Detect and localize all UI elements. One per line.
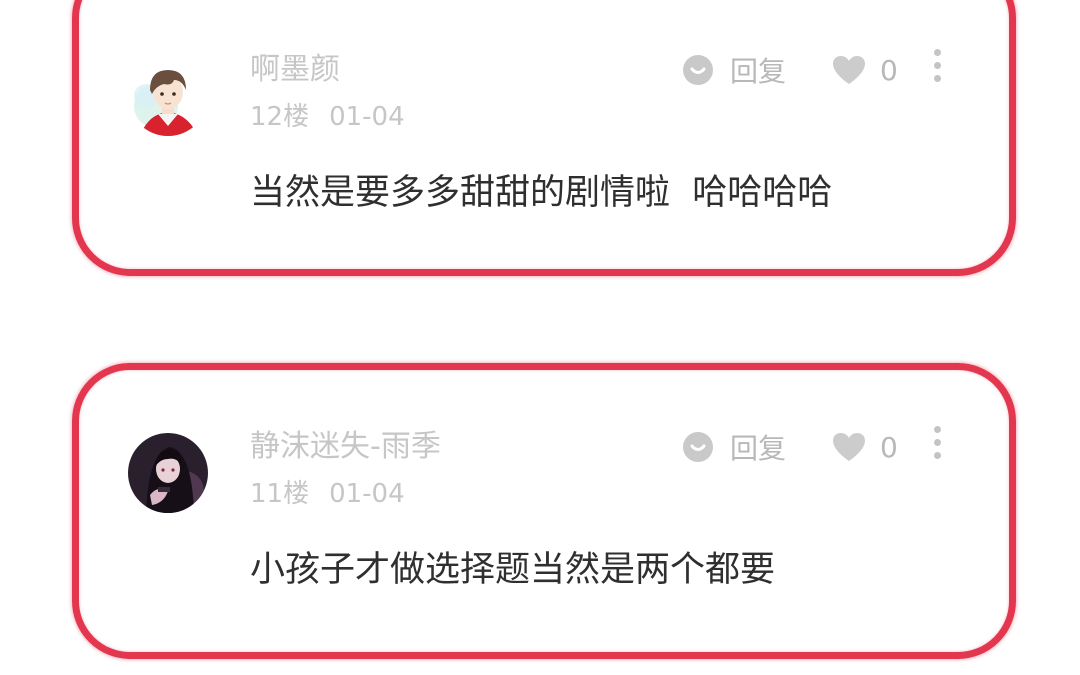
more-dots-icon (933, 426, 941, 433)
reply-label: 回复 (730, 55, 787, 88)
like-button[interactable]: 0 (832, 50, 898, 90)
highlight-frame (72, 363, 1016, 659)
comment-date: 01-04 (329, 102, 405, 132)
reply-bubble-icon (683, 55, 713, 85)
reply-button[interactable]: 回复 (682, 50, 786, 90)
avatar[interactable] (128, 56, 208, 136)
reply-label: 回复 (730, 432, 787, 465)
floor-number: 11楼 (250, 479, 310, 509)
reply-button[interactable]: 回复 (682, 427, 786, 467)
like-button[interactable]: 0 (832, 427, 898, 467)
username[interactable]: 啊墨颜 (250, 50, 340, 90)
more-dots-icon (933, 49, 941, 56)
comment-date: 01-04 (329, 479, 405, 509)
more-options-button[interactable] (930, 49, 944, 87)
more-options-button[interactable] (930, 426, 944, 464)
heart-icon (833, 433, 865, 461)
username[interactable]: 静沫迷失-雨季 (250, 427, 441, 467)
like-count: 0 (880, 430, 898, 464)
comment-meta: 11楼 01-04 (250, 477, 405, 511)
avatar-anime-girl-icon (128, 433, 208, 513)
comment-list: 啊墨颜 12楼 01-04 回复 0 当然是要多多甜甜的剧情啦 哈哈哈哈 静沫迷… (0, 0, 1080, 675)
reply-bubble-icon (683, 432, 713, 462)
like-count: 0 (880, 53, 898, 87)
comment-text: 小孩子才做选择题当然是两个都要 (250, 550, 776, 590)
highlight-frame (72, 0, 1016, 276)
avatar-anime-boy-icon (128, 56, 208, 136)
comment-meta: 12楼 01-04 (250, 100, 405, 134)
heart-icon (833, 56, 865, 84)
avatar[interactable] (128, 433, 208, 513)
comment-text: 当然是要多多甜甜的剧情啦 哈哈哈哈 (250, 173, 833, 213)
floor-number: 12楼 (250, 102, 310, 132)
